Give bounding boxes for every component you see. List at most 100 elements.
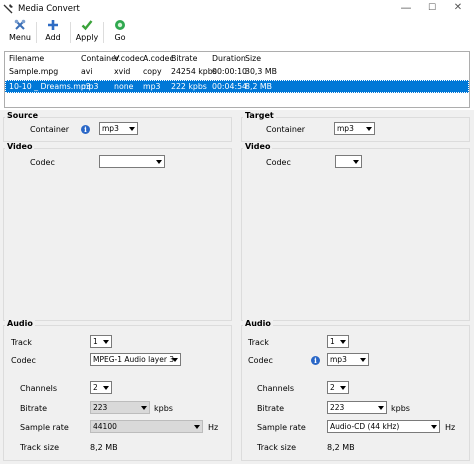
- toolbar: Menu Add Apply Go: [0, 18, 474, 46]
- target-container-select[interactable]: mp3: [334, 122, 375, 135]
- source-audio-codec-select[interactable]: MPEG-1 Audio layer 3: [90, 353, 181, 366]
- toolbar-separator: [36, 22, 37, 43]
- source-bitrate-select[interactable]: 223: [90, 401, 150, 414]
- source-bitrate-value: 223: [93, 403, 108, 412]
- source-info-icon[interactable]: i: [81, 125, 90, 134]
- column-header-duration[interactable]: Duration: [212, 54, 246, 63]
- target-bitrate-unit: kpbs: [391, 404, 410, 413]
- source-audio-group: Audio: [3, 319, 232, 461]
- target-audio-codec-label: Codec: [248, 356, 273, 365]
- target-tracksize-value: 8,2 MB: [327, 443, 355, 452]
- source-container-select[interactable]: mp3: [99, 122, 138, 135]
- tools-icon: [14, 19, 26, 30]
- toolbar-separator: [103, 22, 104, 43]
- target-track-select[interactable]: 1: [327, 335, 349, 348]
- source-title: Source: [5, 111, 41, 120]
- app-icon: [3, 4, 13, 14]
- add-button[interactable]: Add: [38, 19, 68, 45]
- target-bitrate-label: Bitrate: [257, 404, 285, 413]
- source-channels-select[interactable]: 2: [90, 381, 112, 394]
- source-container-label: Container: [30, 125, 70, 134]
- file-vcodec: xvid: [114, 67, 131, 76]
- add-label: Add: [45, 33, 61, 42]
- target-channels-select[interactable]: 2: [327, 381, 349, 394]
- column-header-bitrate[interactable]: Bitrate: [171, 54, 197, 63]
- file-name: Sample.mpg: [9, 67, 59, 76]
- target-channels-value: 2: [330, 383, 335, 392]
- apply-button[interactable]: Apply: [72, 19, 102, 45]
- target-container-label: Container: [266, 125, 306, 134]
- target-audio-group: Audio: [241, 319, 470, 461]
- target-samplerate-select[interactable]: Audio-CD (44 kHz): [327, 420, 440, 433]
- source-video-title: Video: [5, 142, 35, 151]
- target-video-title: Video: [243, 142, 273, 151]
- file-list[interactable]: Filename Container V.codec A.codec Bitra…: [4, 51, 470, 108]
- maximize-button[interactable]: ☐: [418, 1, 446, 17]
- minimize-button[interactable]: —: [392, 1, 420, 17]
- target-samplerate-unit: Hz: [445, 423, 456, 432]
- file-container: mp3: [81, 82, 99, 91]
- file-row-selected[interactable]: 10-10 _ Dreams.mp3 mp3 none mp3 222 kpbs…: [5, 80, 469, 93]
- source-container-value: mp3: [102, 124, 119, 133]
- target-video-codec-select[interactable]: [335, 155, 362, 168]
- target-info-icon[interactable]: i: [311, 356, 320, 365]
- target-video-codec-label: Codec: [266, 158, 291, 167]
- target-audio-codec-value: mp3: [330, 355, 347, 364]
- chevron-down-icon: [353, 160, 359, 164]
- source-channels-value: 2: [93, 383, 98, 392]
- file-container: avi: [81, 67, 93, 76]
- column-header-filename[interactable]: Filename: [9, 54, 44, 63]
- source-track-value: 1: [93, 337, 98, 346]
- window-title: Media Convert: [18, 4, 80, 14]
- file-duration: 00:00:10: [212, 67, 248, 76]
- source-audio-codec-label: Codec: [11, 356, 36, 365]
- file-vcodec: none: [114, 82, 134, 91]
- target-container-value: mp3: [337, 124, 354, 133]
- target-track-value: 1: [330, 337, 335, 346]
- target-bitrate-select[interactable]: 223: [327, 401, 387, 414]
- go-button[interactable]: Go: [105, 19, 135, 45]
- source-bitrate-label: Bitrate: [20, 404, 48, 413]
- target-bitrate-value: 223: [330, 403, 345, 412]
- source-audio-title: Audio: [5, 319, 35, 328]
- source-samplerate-value: 44100: [93, 422, 117, 431]
- chevron-down-icon: [431, 425, 437, 429]
- column-header-vcodec[interactable]: V.codec: [114, 54, 144, 63]
- file-duration: 00:04:54: [212, 82, 248, 91]
- column-header-size[interactable]: Size: [245, 54, 261, 63]
- source-channels-label: Channels: [20, 384, 58, 393]
- target-video-group: Video: [241, 142, 470, 321]
- go-label: Go: [114, 33, 126, 42]
- file-size: 30,3 MB: [245, 67, 277, 76]
- menu-button[interactable]: Menu: [5, 19, 35, 45]
- column-header-acodec[interactable]: A.codec: [143, 54, 174, 63]
- chevron-down-icon: [360, 358, 366, 362]
- source-track-select[interactable]: 1: [90, 335, 112, 348]
- chevron-down-icon: [340, 340, 346, 344]
- target-channels-label: Channels: [257, 384, 295, 393]
- chevron-down-icon: [340, 386, 346, 390]
- close-button[interactable]: ✕: [444, 1, 472, 17]
- file-bitrate: 24254 kpbs: [171, 67, 217, 76]
- source-video-codec-label: Codec: [30, 158, 55, 167]
- source-samplerate-unit: Hz: [208, 423, 219, 432]
- source-video-codec-select[interactable]: [99, 155, 165, 168]
- plus-icon: [48, 20, 58, 30]
- target-title: Target: [243, 111, 276, 120]
- file-list-header: Filename Container V.codec A.codec Bitra…: [5, 52, 469, 64]
- chevron-down-icon: [194, 425, 200, 429]
- target-audio-codec-select[interactable]: mp3: [327, 353, 369, 366]
- source-samplerate-select[interactable]: 44100: [90, 420, 203, 433]
- file-bitrate: 222 kpbs: [171, 82, 207, 91]
- apply-label: Apply: [75, 33, 99, 42]
- target-audio-title: Audio: [243, 319, 273, 328]
- file-row[interactable]: Sample.mpg avi xvid copy 24254 kpbs 00:0…: [5, 65, 469, 78]
- checkmark-icon: [81, 20, 93, 31]
- file-acodec: copy: [143, 67, 162, 76]
- chevron-down-icon: [156, 160, 162, 164]
- target-samplerate-label: Sample rate: [257, 423, 306, 432]
- chevron-down-icon: [172, 358, 178, 362]
- chevron-down-icon: [378, 406, 384, 410]
- chevron-down-icon: [141, 406, 147, 410]
- target-samplerate-value: Audio-CD (44 kHz): [330, 422, 400, 431]
